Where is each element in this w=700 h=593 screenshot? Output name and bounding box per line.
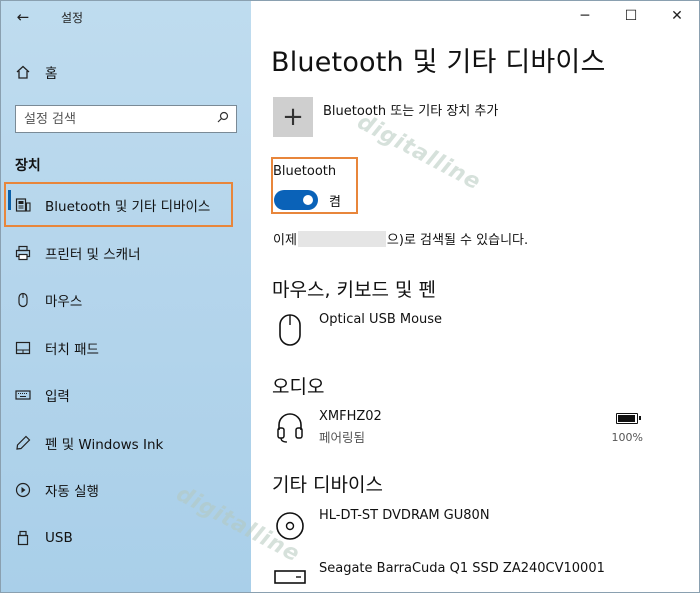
plus-icon[interactable]: +: [273, 97, 313, 137]
sidebar-item-mouse[interactable]: 마우스: [1, 282, 252, 318]
discoverable-text: 이제 으)로 검색될 수 있습니다.: [273, 229, 528, 248]
redacted-device-name: [297, 230, 386, 247]
sidebar-item-label: 터치 패드: [45, 342, 99, 358]
sidebar-item-usb[interactable]: USB: [1, 520, 252, 556]
sidebar-item-pen[interactable]: 펜 및 Windows Ink: [1, 425, 252, 461]
device-item[interactable]: Optical USB Mouse: [273, 312, 673, 348]
battery-indicator: 100%: [612, 409, 643, 444]
sidebar-item-label: 펜 및 Windows Ink: [45, 437, 164, 453]
touchpad-icon: [13, 338, 33, 358]
discover-suffix: 으)로 검색될 수 있습니다.: [386, 233, 529, 248]
sidebar-item-label: USB: [45, 530, 73, 546]
pen-icon: [13, 433, 33, 453]
device-item[interactable]: Seagate BarraCuda Q1 SSD ZA240CV10001: [273, 561, 673, 593]
minimize-icon: ─: [580, 8, 590, 24]
sidebar-item-label: 입력: [45, 389, 70, 405]
bluetooth-state: 켬: [329, 195, 341, 210]
group-title-audio: 오디오: [272, 376, 325, 398]
battery-fill: [618, 415, 636, 422]
section-header: 장치: [15, 158, 41, 174]
search-input[interactable]: [16, 106, 210, 132]
bluetooth-label: Bluetooth: [273, 164, 337, 179]
app-title: 설정: [61, 11, 84, 25]
add-device-label[interactable]: Bluetooth 또는 기타 장치 추가: [323, 100, 498, 119]
add-device-button[interactable]: + Bluetooth 또는 기타 장치 추가: [273, 97, 498, 137]
device-status: 페어링됨: [319, 430, 366, 445]
minimize-button[interactable]: ─: [562, 0, 608, 32]
device-name: XMFHZ02: [319, 409, 382, 424]
back-button[interactable]: ←: [11, 6, 35, 28]
bluetooth-devices-icon: [13, 195, 33, 215]
sidebar-item-touchpad[interactable]: 터치 패드: [1, 330, 252, 366]
sidebar-item-label: Bluetooth 및 기타 디바이스: [45, 198, 211, 215]
main-content: ─ ☐ ✕ Bluetooth 및 기타 디바이스 + Bluetooth 또는…: [251, 0, 700, 593]
sidebar-item-home[interactable]: 홈: [1, 54, 252, 90]
close-button[interactable]: ✕: [654, 0, 700, 32]
sidebar-item-bluetooth[interactable]: Bluetooth 및 기타 디바이스: [4, 182, 233, 227]
search-icon[interactable]: [210, 111, 236, 127]
mouse-icon: [13, 290, 33, 310]
sidebar-item-label: 홈: [45, 66, 58, 82]
bluetooth-toggle[interactable]: [274, 190, 318, 210]
toggle-knob: [303, 195, 313, 205]
usb-icon: [13, 528, 33, 548]
maximize-icon: ☐: [624, 8, 638, 24]
sidebar: ← 설정 홈 장치 Bluetooth 및 기타 디바이스 프린터 및 스캐너 …: [0, 0, 251, 593]
drive-icon: [273, 561, 307, 593]
sidebar-item-typing[interactable]: 입력: [1, 377, 252, 413]
autoplay-icon: [13, 480, 33, 500]
titlebar: ← 설정: [1, 0, 252, 34]
battery-percent: 100%: [611, 431, 643, 444]
back-arrow-icon: ←: [16, 8, 30, 26]
device-item[interactable]: XMFHZ02 페어링됨 100%: [273, 409, 673, 446]
maximize-button[interactable]: ☐: [608, 0, 654, 32]
device-name: HL-DT-ST DVDRAM GU80N: [319, 508, 490, 523]
home-icon: [13, 62, 33, 82]
sidebar-item-label: 프린터 및 스캐너: [45, 247, 141, 263]
group-title-other-devices: 기타 디바이스: [272, 474, 383, 496]
discover-prefix: 이제: [273, 233, 297, 248]
device-name: Seagate BarraCuda Q1 SSD ZA240CV10001: [319, 561, 605, 576]
sidebar-item-printers[interactable]: 프린터 및 스캐너: [1, 235, 252, 271]
keyboard-icon: [13, 385, 33, 405]
mouse-icon: [273, 312, 307, 348]
device-item[interactable]: HL-DT-ST DVDRAM GU80N: [273, 508, 673, 544]
sidebar-item-label: 자동 실행: [45, 484, 99, 500]
device-name: Optical USB Mouse: [319, 312, 443, 327]
headset-icon: [273, 409, 307, 445]
group-title-mouse-keyboard-pen: 마우스, 키보드 및 펜: [272, 279, 436, 301]
optical-drive-icon: [273, 508, 307, 544]
sidebar-item-autoplay[interactable]: 자동 실행: [1, 472, 252, 508]
window-controls: ─ ☐ ✕: [562, 0, 700, 32]
page-title: Bluetooth 및 기타 디바이스: [271, 47, 606, 78]
sidebar-item-label: 마우스: [45, 294, 83, 310]
settings-search[interactable]: [15, 105, 237, 133]
printer-icon: [13, 243, 33, 263]
close-icon: ✕: [671, 8, 683, 24]
battery-icon: [616, 413, 642, 424]
